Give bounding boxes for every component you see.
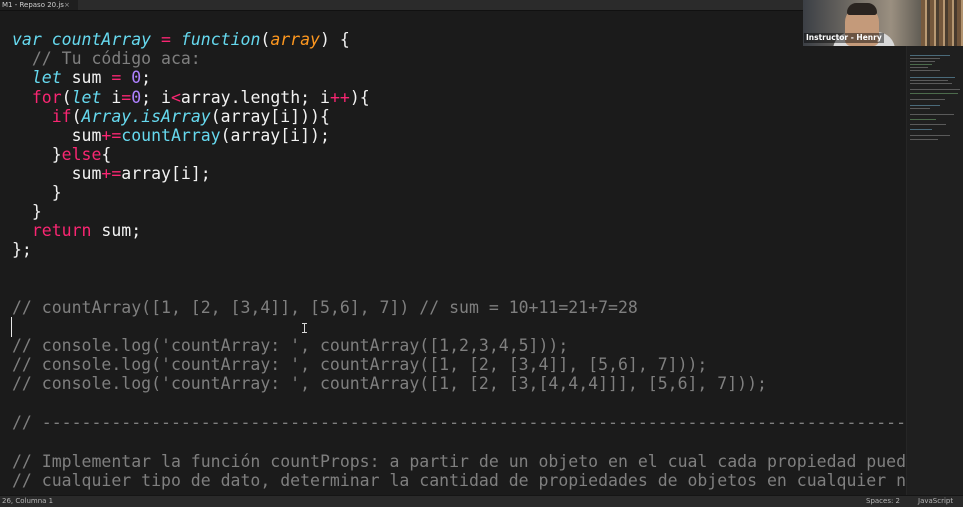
- code-text: ){: [349, 88, 370, 107]
- code-text: array.length; i: [180, 88, 330, 107]
- code-text: ;: [141, 68, 152, 87]
- code-line-15: // countArray([1, [2, [3,4]], [5,6], 7])…: [12, 298, 638, 317]
- code-line-9: }: [12, 183, 62, 202]
- keyword-function: function: [170, 30, 261, 49]
- code-line-12: };: [12, 240, 32, 259]
- code-line-24: // cualquier tipo de dato, determinar la…: [12, 471, 906, 490]
- keyword-return: return: [12, 221, 92, 240]
- variable-sum: sum: [61, 68, 112, 87]
- variable-i: i: [101, 88, 122, 107]
- paren: (: [71, 107, 82, 126]
- code-line-5: if(Array.isArray(array[i])){: [12, 107, 330, 127]
- code-text: (array[i])){: [210, 107, 330, 126]
- minimap-line: [910, 105, 940, 106]
- person-hair: [847, 3, 877, 15]
- code-text: {: [101, 145, 112, 164]
- paren: (: [260, 30, 271, 49]
- text-cursor: [11, 317, 12, 337]
- minimap-line: [910, 83, 952, 84]
- number-literal: 0: [131, 88, 142, 107]
- minimap-line: [910, 58, 940, 59]
- minimap-line: [910, 135, 950, 136]
- minimap-line: [910, 55, 950, 56]
- code-text: ; i: [141, 88, 171, 107]
- method-isarray: .isArray: [131, 107, 211, 126]
- tab-file[interactable]: M1 - Repaso 20.js ×: [0, 0, 78, 10]
- code-line-18: // console.log('countArray: ', countArra…: [12, 355, 708, 374]
- webcam-label: Instructor - Henry: [804, 33, 884, 43]
- code-text: sum;: [91, 221, 142, 240]
- code-line-8: sum+=array[i];: [12, 164, 211, 184]
- tab-close-icon[interactable]: ×: [64, 0, 70, 10]
- operator-lt: <: [170, 88, 181, 107]
- operator-add-assign: +=: [101, 164, 122, 183]
- code-text: ) {: [319, 30, 350, 49]
- code-line-3: let sum = 0;: [12, 68, 151, 88]
- webcam-overlay: Instructor - Henry: [803, 0, 963, 46]
- minimap-line: [910, 108, 930, 109]
- code-line-11: return sum;: [12, 221, 141, 241]
- number-literal: 0: [121, 68, 142, 87]
- parameter-array: array: [270, 30, 320, 49]
- code-text: }: [12, 145, 62, 164]
- operator-add-assign: +=: [101, 126, 122, 145]
- keyword-let: let: [12, 68, 62, 87]
- language-mode[interactable]: JavaScript: [918, 496, 953, 507]
- operator-increment: ++: [329, 88, 350, 107]
- paren: (: [61, 88, 72, 107]
- minimap-line: [910, 99, 945, 100]
- minimap-line: [910, 89, 960, 90]
- indentation-setting[interactable]: Spaces: 2: [866, 496, 900, 507]
- keyword-else: else: [61, 145, 102, 164]
- function-call: countArray: [121, 126, 221, 145]
- minimap-line: [910, 64, 932, 65]
- minimap-line: [910, 119, 936, 120]
- keyword-let: let: [71, 88, 102, 107]
- code-line-7: }else{: [12, 145, 112, 165]
- code-line-1: var countArray = function(array) {: [12, 30, 350, 50]
- minimap-line: [910, 93, 958, 94]
- code-text: (array[i]);: [220, 126, 330, 145]
- code-text: array[i];: [121, 164, 211, 183]
- minimap-line: [910, 139, 938, 140]
- minimap[interactable]: [906, 11, 963, 495]
- status-bar: 26, Columna 1 Spaces: 2 JavaScript: [0, 495, 963, 507]
- code-line-6: sum+=countArray(array[i]);: [12, 126, 330, 146]
- function-name: countArray: [41, 30, 162, 49]
- class-array: Array: [81, 107, 132, 126]
- minimap-line: [910, 70, 940, 71]
- ibeam-cursor-icon: [302, 323, 307, 333]
- minimap-line: [910, 77, 955, 78]
- bookshelf: [921, 0, 963, 46]
- minimap-line: [910, 80, 948, 81]
- code-line-17: // console.log('countArray: ', countArra…: [12, 336, 569, 355]
- minimap-line: [910, 124, 946, 125]
- code-line-23: // Implementar la función countProps: a …: [12, 452, 906, 471]
- code-text: sum: [12, 164, 102, 183]
- operator-assign: =: [161, 30, 171, 49]
- tab-title: M1 - Repaso 20.js: [2, 1, 64, 9]
- operator-assign: =: [121, 88, 132, 107]
- minimap-line: [910, 114, 954, 115]
- minimap-line: [910, 67, 928, 68]
- code-line-19: // console.log('countArray: ', countArra…: [12, 374, 767, 393]
- keyword-for: for: [12, 88, 62, 107]
- code-line-2: // Tu código aca:: [12, 49, 201, 68]
- code-line-21: // -------------------------------------…: [12, 413, 906, 432]
- code-line-4: for(let i=0; i<array.length; i++){: [12, 88, 370, 108]
- operator-assign: =: [111, 68, 122, 87]
- code-text: sum: [12, 126, 102, 145]
- keyword-var: var: [12, 30, 42, 49]
- minimap-line: [910, 61, 935, 62]
- code-line-10: }: [12, 202, 42, 221]
- code-editor[interactable]: var countArray = function(array) { // Tu…: [0, 11, 906, 495]
- cursor-position[interactable]: 26, Columna 1: [2, 496, 53, 507]
- keyword-if: if: [12, 107, 72, 126]
- minimap-line: [910, 129, 932, 130]
